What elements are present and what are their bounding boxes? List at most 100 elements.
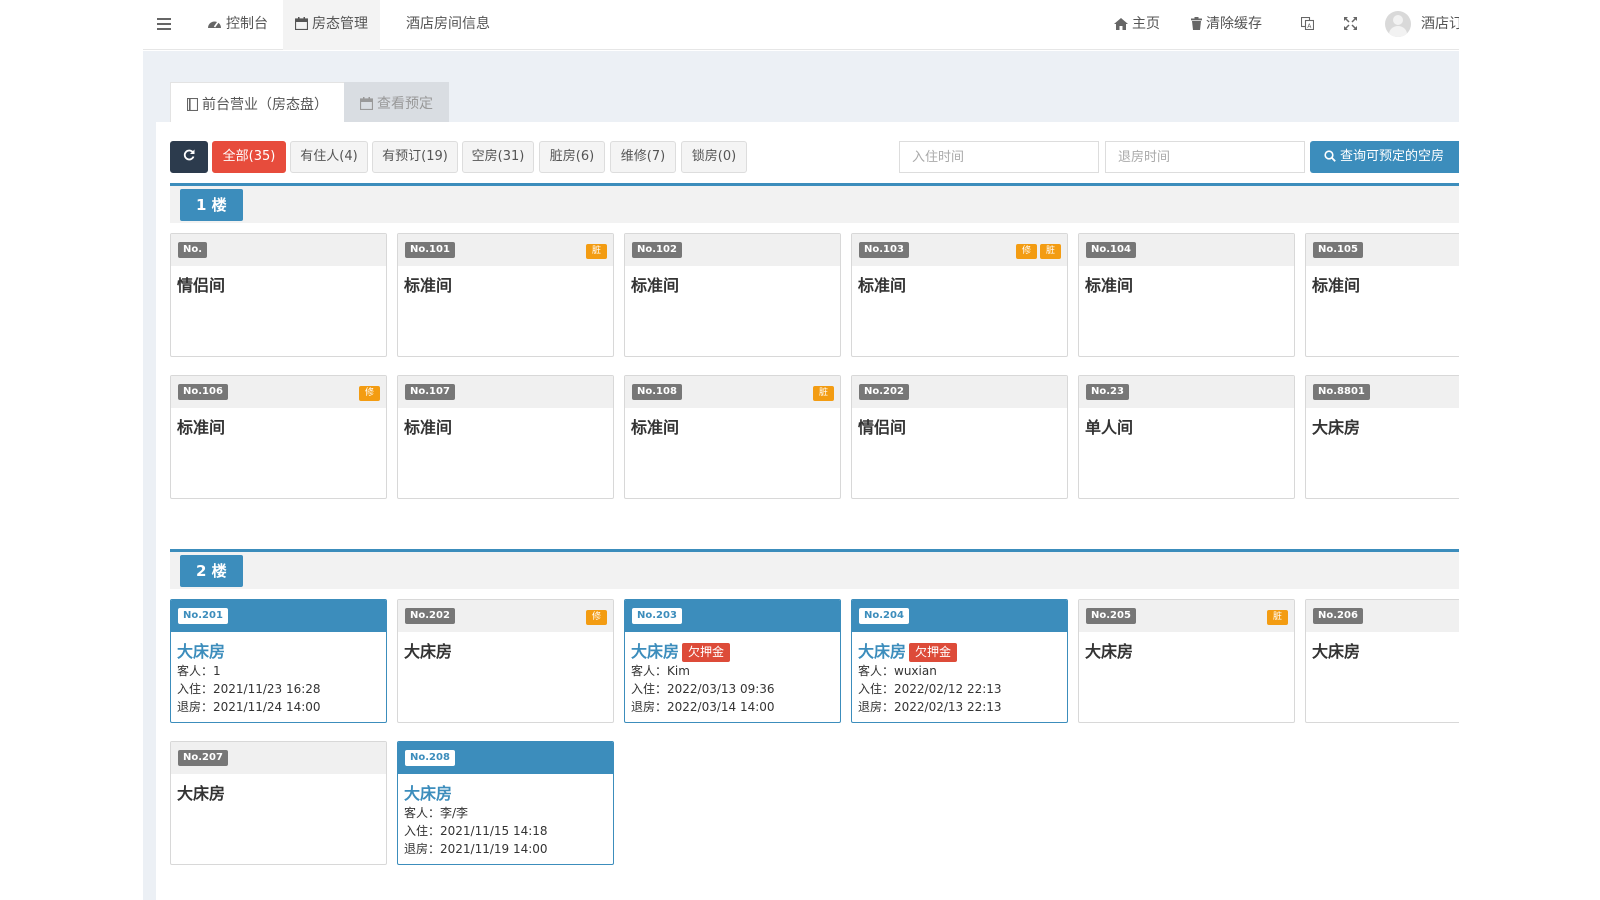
room-card[interactable]: No.202 情侣间 — [851, 375, 1068, 499]
room-type: 大床房 — [177, 642, 226, 661]
language-button[interactable]: A — [1295, 0, 1324, 50]
room-number: No.101 — [405, 242, 455, 258]
room-card[interactable]: No.23 单人间 — [1078, 375, 1295, 499]
status-badge: 修 — [359, 386, 380, 401]
home-icon — [1114, 18, 1128, 30]
room-card[interactable]: No.101 脏标准间 — [397, 233, 614, 357]
calendar-icon — [294, 17, 309, 31]
nav-room-info-label: 酒店房间信息 — [406, 16, 490, 32]
nav-dashboard[interactable]: 控制台 — [199, 0, 276, 50]
checkin-date-input[interactable] — [899, 141, 1099, 173]
room-number: No.103 — [859, 242, 909, 258]
status-badge: 修 — [586, 610, 607, 625]
room-card-header: No.204 — [852, 600, 1067, 632]
checkin-time: 入住：2021/11/23 16:28 — [177, 682, 321, 696]
room-card[interactable]: No.201 大床房 客人：1 入住：2021/11/23 16:28 退房：2021/… — [170, 599, 387, 723]
guest-name: 客人：1 — [177, 664, 221, 678]
app-window: 控制台 房态管理 酒店房间信息 主页 清除缓存 A 酒店订 前台营业（房态盘） — [143, 0, 1459, 900]
dashboard-icon — [208, 21, 221, 28]
user-menu[interactable]: 酒店订 — [1381, 0, 1459, 50]
room-status-badges: 修 — [583, 604, 607, 625]
room-card[interactable]: No.203 大床房 欠押金 客人：Kim 入住：2022/03/13 09:36 退房：… — [624, 599, 841, 723]
home-label: 主页 — [1132, 16, 1160, 32]
room-card[interactable]: No.208 大床房 客人：李/李 入住：2021/11/15 14:18 退房：202… — [397, 741, 614, 865]
refresh-button[interactable] — [170, 141, 208, 173]
room-number: No.106 — [178, 384, 228, 400]
room-card-header: No.201 — [171, 600, 386, 632]
room-status-badges: 脏 — [583, 238, 607, 259]
checkout-time: 退房：2021/11/19 14:00 — [404, 842, 548, 856]
tab-reservations[interactable]: 查看预定 — [344, 82, 449, 126]
avatar — [1385, 11, 1411, 37]
room-number: No.206 — [1313, 608, 1363, 624]
user-name: 酒店订 — [1421, 16, 1459, 32]
checkout-date-input[interactable] — [1105, 141, 1305, 173]
guest-name: 客人：wuxian — [858, 664, 937, 678]
filter-all-button[interactable]: 全部(35) — [212, 141, 286, 173]
home-link[interactable]: 主页 — [1108, 0, 1166, 50]
checkin-time: 入住：2022/03/13 09:36 — [631, 682, 775, 696]
status-badge: 脏 — [1267, 610, 1288, 625]
fullscreen-icon — [1344, 17, 1357, 30]
status-badge: 脏 — [586, 244, 607, 259]
filter-repair-button[interactable]: 维修(7) — [610, 141, 676, 173]
filter-locked-button[interactable]: 锁房(0) — [681, 141, 747, 173]
room-card-header: No.208 — [398, 742, 613, 774]
room-card[interactable]: No.202 修大床房 — [397, 599, 614, 723]
clear-cache-button[interactable]: 清除缓存 — [1185, 0, 1268, 50]
room-card-header: No.103 修脏 — [852, 234, 1067, 266]
room-card[interactable]: No.103 修脏标准间 — [851, 233, 1068, 357]
room-type: 大床房 — [404, 784, 453, 803]
room-card[interactable]: No.206 大床房 — [1305, 599, 1459, 723]
room-card[interactable]: No.8801 大床房 — [1305, 375, 1459, 499]
room-type: 标准间 — [1312, 276, 1361, 295]
status-badge: 脏 — [813, 386, 834, 401]
room-card[interactable]: No.207 大床房 — [170, 741, 387, 865]
filter-occupied-button[interactable]: 有住人(4) — [290, 141, 368, 173]
hamburger-icon — [157, 18, 171, 30]
room-number: No.202 — [859, 384, 909, 400]
room-status-badges: 修 — [356, 380, 380, 401]
room-card[interactable]: No.106 修标准间 — [170, 375, 387, 499]
book-icon — [186, 97, 199, 112]
room-type: 情侣间 — [858, 418, 907, 437]
room-card-header: No.107 — [398, 376, 613, 408]
room-card[interactable]: No.204 大床房 欠押金 客人：wuxian 入住：2022/02/12 22:13… — [851, 599, 1068, 723]
tab-front-desk[interactable]: 前台营业（房态盘） — [170, 82, 345, 126]
fullscreen-button[interactable] — [1338, 0, 1367, 50]
menu-toggle-button[interactable] — [149, 0, 183, 50]
room-card-header: No.202 修 — [398, 600, 613, 632]
room-number: No.207 — [178, 750, 228, 766]
room-card-header: No. — [171, 234, 386, 266]
trash-icon — [1191, 17, 1202, 30]
room-card[interactable]: No.105 标准间 — [1305, 233, 1459, 357]
nav-room-status[interactable]: 房态管理 — [283, 0, 380, 50]
room-card[interactable]: No.102 标准间 — [624, 233, 841, 357]
nav-room-info[interactable]: 酒店房间信息 — [398, 0, 498, 50]
guest-name: 客人：李/李 — [404, 806, 469, 820]
room-card-header: No.207 — [171, 742, 386, 774]
filter-dirty-button[interactable]: 脏房(6) — [539, 141, 605, 173]
room-card[interactable]: No.104 标准间 — [1078, 233, 1295, 357]
room-type: 标准间 — [404, 276, 453, 295]
room-number: No. — [178, 242, 208, 258]
room-number: No.8801 — [1313, 384, 1370, 400]
checkout-time: 退房：2022/02/13 22:13 — [858, 700, 1002, 714]
room-number: No.205 — [1086, 608, 1136, 624]
room-card[interactable]: No.107 标准间 — [397, 375, 614, 499]
room-number: No.102 — [632, 242, 682, 258]
room-card-header: No.203 — [625, 600, 840, 632]
room-card-header: No.106 修 — [171, 376, 386, 408]
room-number: No.202 — [405, 608, 455, 624]
filter-reserved-button[interactable]: 有预订(19) — [372, 141, 458, 173]
filter-vacant-button[interactable]: 空房(31) — [462, 141, 534, 173]
search-available-button[interactable]: 查询可预定的空房 — [1310, 141, 1459, 173]
room-card-header: No.104 — [1079, 234, 1294, 266]
top-navbar: 控制台 房态管理 酒店房间信息 主页 清除缓存 A 酒店订 — [143, 0, 1459, 50]
room-type: 大床房 欠押金 — [852, 632, 1067, 662]
room-card[interactable]: No. 情侣间 — [170, 233, 387, 357]
room-card[interactable]: No.108 脏标准间 — [624, 375, 841, 499]
room-card[interactable]: No.205 脏大床房 — [1078, 599, 1295, 723]
clear-cache-label: 清除缓存 — [1206, 16, 1262, 32]
room-type: 标准间 — [1085, 276, 1134, 295]
